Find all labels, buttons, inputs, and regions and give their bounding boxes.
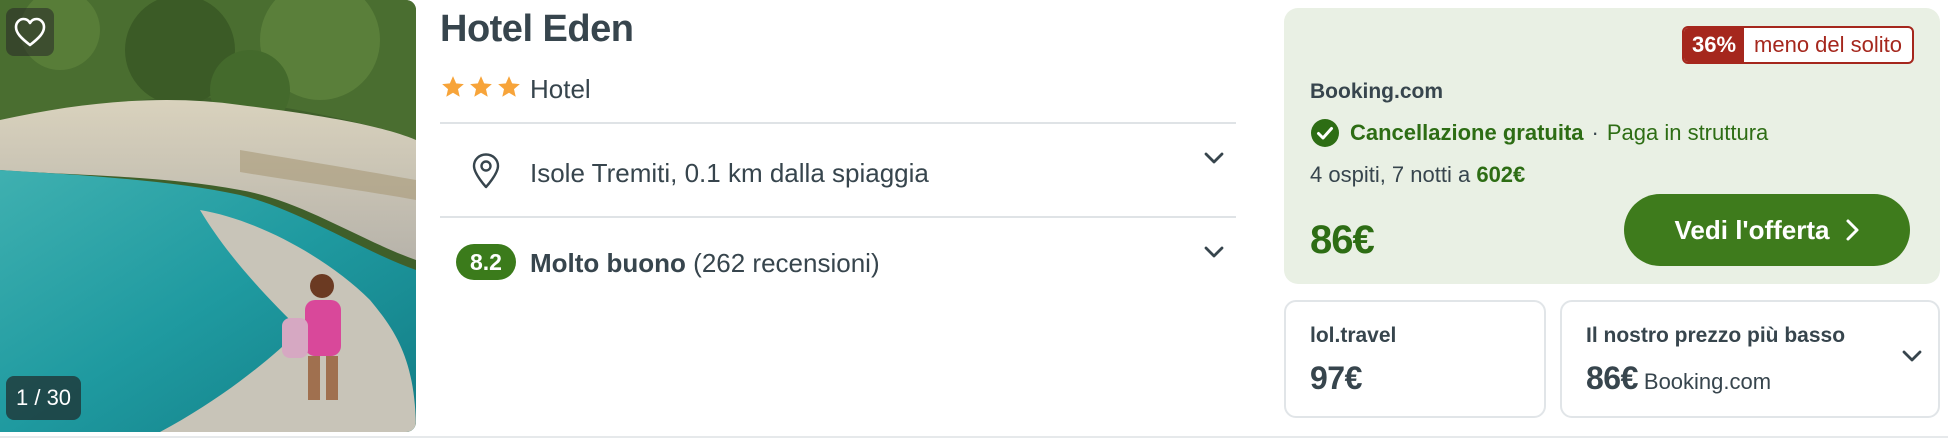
location-row[interactable]: Isole Tremiti, 0.1 km dalla spiaggia bbox=[440, 124, 1236, 214]
stay-total-price: 602€ bbox=[1476, 162, 1526, 187]
alt-offer-price: 97€ bbox=[1310, 360, 1362, 396]
hotel-type: Hotel bbox=[530, 74, 591, 104]
chevron-down-icon bbox=[1204, 152, 1224, 164]
star-icon bbox=[498, 76, 520, 97]
chevron-down-icon[interactable] bbox=[1900, 348, 1924, 364]
location-pin-icon bbox=[472, 153, 500, 189]
rating-score-badge: 8.2 bbox=[456, 244, 516, 280]
lowest-price-value: 86€ bbox=[1586, 360, 1638, 396]
offer-provider: Booking.com bbox=[1310, 80, 1444, 103]
free-cancellation-label: Cancellazione gratuita bbox=[1350, 120, 1584, 145]
chevron-right-icon bbox=[1846, 219, 1858, 241]
star-icon bbox=[442, 76, 464, 97]
card-bottom-border bbox=[0, 436, 1948, 438]
discount-percentage: 36% bbox=[1683, 28, 1745, 62]
stay-summary: 4 ospiti, 7 notti a 602€ bbox=[1310, 162, 1525, 188]
hotel-name[interactable]: Hotel Eden bbox=[440, 8, 634, 51]
favorite-button[interactable] bbox=[6, 8, 54, 56]
lowest-price-source: Booking.com bbox=[1643, 369, 1772, 394]
nightly-price: 86€ bbox=[1310, 218, 1375, 262]
chevron-down-icon bbox=[1204, 246, 1224, 258]
stay-description: 4 ospiti, 7 notti a bbox=[1310, 162, 1477, 187]
heart-outline-icon bbox=[14, 17, 46, 47]
location-text: Isole Tremiti, 0.1 km dalla spiaggia bbox=[530, 158, 929, 188]
rating-summary: Molto buono (262 recensioni) bbox=[530, 248, 880, 279]
lowest-price-offer[interactable]: Il nostro prezzo più basso 86€ Booking.co… bbox=[1560, 300, 1940, 418]
lowest-price-title: Il nostro prezzo più basso bbox=[1586, 324, 1846, 347]
featured-offer[interactable]: 36% meno del solito Booking.com Cancella… bbox=[1284, 8, 1940, 284]
hotel-info: Hotel Eden Hotel Isole Tremiti, 0.1 km d… bbox=[440, 0, 1236, 432]
hotel-photo-image bbox=[0, 0, 416, 432]
star-icon bbox=[470, 76, 492, 97]
offer-conditions: Cancellazione gratuita · Paga in struttu… bbox=[1310, 118, 1768, 148]
view-deal-button[interactable]: Vedi l'offerta bbox=[1624, 194, 1910, 266]
star-rating bbox=[440, 74, 522, 100]
hotel-result-card: 1 / 30 Hotel Eden Hotel Isole Tremiti, 0… bbox=[0, 0, 1948, 438]
check-circle-icon bbox=[1311, 119, 1339, 147]
hotel-photo[interactable]: 1 / 30 bbox=[0, 0, 416, 432]
rating-row[interactable]: 8.2 Molto buono (262 recensioni) bbox=[440, 218, 1236, 308]
discount-badge: 36% meno del solito bbox=[1681, 26, 1914, 64]
lowest-price-line: 86€ Booking.com bbox=[1586, 360, 1771, 397]
review-count: (262 recensioni) bbox=[693, 248, 880, 278]
rating-label: Molto buono bbox=[530, 248, 686, 278]
discount-text: meno del solito bbox=[1754, 32, 1902, 57]
pay-at-property-label: Paga in struttura bbox=[1606, 120, 1769, 145]
separator-dot: · bbox=[1591, 120, 1599, 145]
view-deal-label: Vedi l'offerta bbox=[1674, 214, 1830, 245]
alt-offer-lol-travel[interactable]: lol.travel 97€ bbox=[1284, 300, 1546, 418]
alt-offer-provider: lol.travel bbox=[1310, 324, 1397, 347]
photo-counter: 1 / 30 bbox=[6, 376, 82, 420]
